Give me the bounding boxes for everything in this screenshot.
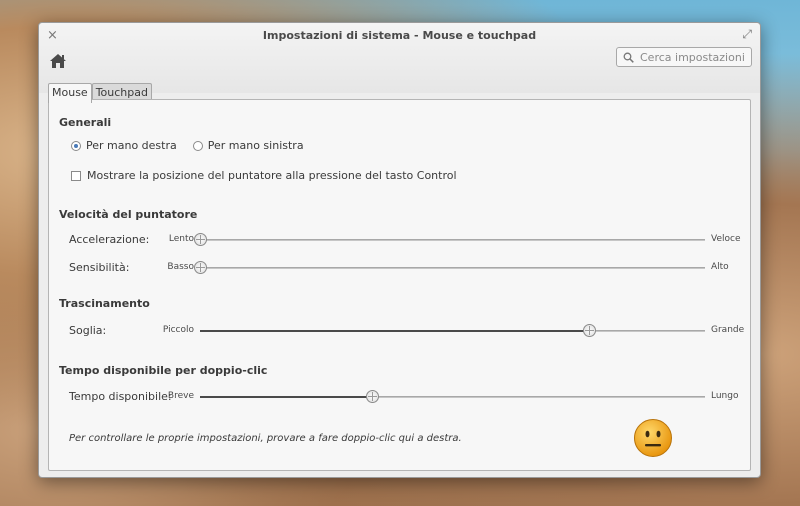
timeout-slider[interactable] [200, 390, 705, 403]
show-pointer-checkbox[interactable] [71, 170, 81, 181]
window-title: Impostazioni di sistema - Mouse e touchp… [262, 29, 537, 42]
sensitivity-min-label: Basso [167, 262, 194, 272]
maximize-icon[interactable]: ⤢ [742, 27, 752, 42]
radio-dot-right[interactable] [71, 140, 81, 151]
doubleclick-test-area[interactable] [633, 418, 673, 458]
smiley-icon [634, 419, 672, 457]
timeout-knob[interactable] [366, 390, 379, 403]
sensitivity-slider[interactable] [194, 261, 705, 274]
section-drag-title: Trascinamento [59, 297, 150, 310]
radio-dot-left[interactable] [192, 140, 203, 151]
titlebar: × Impostazioni di sistema - Mouse e touc… [39, 23, 760, 103]
sensitivity-label: Sensibilità: [69, 261, 130, 274]
timeout-fill [200, 396, 372, 398]
home-icon [50, 54, 66, 68]
right-hand-radio[interactable]: Per mano destra [71, 139, 177, 152]
acceleration-knob[interactable] [194, 233, 207, 246]
threshold-slider[interactable] [200, 324, 705, 337]
left-hand-radio[interactable]: Per mano sinistra [192, 139, 304, 152]
section-general-title: Generali [59, 116, 112, 129]
settings-window: × Impostazioni di sistema - Mouse e touc… [38, 22, 761, 478]
threshold-label: Soglia: [69, 324, 107, 337]
search-input[interactable] [638, 49, 750, 65]
section-doubleclick-title: Tempo disponibile per doppio-clic [59, 364, 268, 377]
doubleclick-hint: Per controllare le proprie impostazioni,… [69, 433, 462, 444]
threshold-knob[interactable] [583, 324, 596, 337]
sensitivity-knob[interactable] [194, 261, 207, 274]
acceleration-max-label: Veloce [711, 234, 741, 244]
show-pointer-option[interactable]: Mostrare la posizione del puntatore alla… [71, 169, 457, 182]
search-box[interactable] [616, 47, 752, 67]
acceleration-slider[interactable] [194, 233, 705, 246]
acceleration-min-label: Lento [168, 234, 194, 244]
threshold-min-label: Piccolo [162, 325, 194, 335]
home-button[interactable] [47, 51, 69, 71]
sensitivity-max-label: Alto [711, 262, 729, 272]
section-speed-title: Velocità del puntatore [59, 208, 198, 221]
left-hand-label: Per mano sinistra [207, 139, 304, 152]
acceleration-label: Accelerazione: [69, 233, 150, 246]
mouse-panel: Generali Per mano destra Per mano sinist… [48, 99, 751, 471]
handedness-group: Per mano destra Per mano sinistra [71, 139, 304, 152]
tab-mouse[interactable]: Mouse [48, 83, 92, 103]
timeout-min-label: Breve [167, 391, 194, 401]
show-pointer-label: Mostrare la posizione del puntatore alla… [87, 169, 457, 182]
right-hand-label: Per mano destra [86, 139, 177, 152]
timeout-max-label: Lungo [711, 391, 739, 401]
threshold-fill [200, 330, 589, 332]
search-icon [623, 52, 634, 63]
threshold-max-label: Grande [711, 325, 745, 335]
